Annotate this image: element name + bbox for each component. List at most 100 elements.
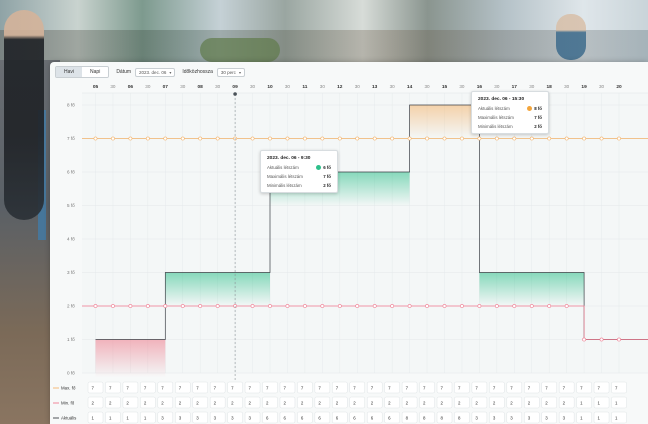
table-cell <box>611 411 627 424</box>
occupancy-panel: Havi Napi Dátum 2023. dec. 06 ▾ Időközho… <box>50 62 648 424</box>
max-point <box>250 136 255 141</box>
plot-area <box>82 93 648 373</box>
max-point <box>93 136 98 141</box>
min-point <box>582 337 587 342</box>
x-tick-label: 30 <box>250 84 256 89</box>
table-cell <box>576 411 592 424</box>
x-tick-label: 10 <box>267 84 273 90</box>
max-point <box>372 136 377 141</box>
tooltip-min-label: Minimális létszám <box>267 183 302 188</box>
x-tick-label: 30 <box>599 84 605 89</box>
x-tick-label: 30 <box>355 84 361 89</box>
table-cell <box>140 411 156 424</box>
table-cell <box>401 411 418 424</box>
min-point <box>268 304 272 308</box>
table-cell <box>297 396 313 409</box>
table-cell <box>436 396 453 409</box>
x-tick-label: 11 <box>302 84 307 90</box>
table-cell <box>262 396 278 409</box>
max-point <box>582 136 587 141</box>
y-tick-label: 6 fő <box>67 170 75 175</box>
tooltip-title: 2023. dec. 06 - 15:30 <box>478 97 525 102</box>
table-cell <box>262 411 278 424</box>
max-point <box>564 136 569 141</box>
table-cell <box>471 411 488 424</box>
occupancy-chart: 0 fő 1 fő 2 fő 3 fő 4 fő 5 fő 6 fő 7 fő 8 fő 05 30… <box>53 84 648 424</box>
table-row-label: Max. fő <box>61 386 76 391</box>
x-tick-label: 30 <box>494 84 500 89</box>
tooltip-max-value: 7 fő <box>534 115 542 120</box>
x-tick-label: 30 <box>285 84 291 89</box>
table-cell <box>593 396 610 409</box>
x-tick-label: 15 <box>442 84 448 90</box>
table-cell <box>454 411 470 424</box>
table-cell <box>122 381 139 394</box>
table-cell <box>489 381 505 394</box>
x-tick-label: 17 <box>512 84 518 90</box>
status-dot-icon <box>316 165 322 170</box>
y-tick-label: 4 fő <box>67 237 75 242</box>
x-tick-label: 14 <box>407 84 413 90</box>
x-tick-label: 19 <box>581 84 587 90</box>
x-tick-label: 30 <box>390 84 396 89</box>
table-cell <box>262 381 278 394</box>
table-cell <box>489 411 505 424</box>
x-tick-label: 18 <box>547 84 553 90</box>
tooltip-title: 2023. dec. 06 - 9:30 <box>267 156 311 161</box>
tooltip-min-value: 2 fő <box>323 183 331 188</box>
table-cell <box>105 396 121 409</box>
table-cell <box>192 381 208 394</box>
table-cell <box>157 411 174 424</box>
table-cell <box>122 396 139 409</box>
min-point <box>302 304 307 308</box>
min-point <box>93 304 98 308</box>
x-tick-label: 16 <box>477 84 483 90</box>
y-tick-label: 7 fő <box>67 136 75 141</box>
table-cell <box>332 396 348 409</box>
tooltip-current-value: 8 fő <box>534 106 542 111</box>
min-point <box>477 304 482 308</box>
table-cell <box>209 381 226 394</box>
y-tick-label: 2 fő <box>67 304 75 309</box>
max-point <box>390 136 395 141</box>
tooltip-1530: 2023. dec. 06 - 15:30 Aktuális létszám 8… <box>471 91 549 134</box>
y-tick-label: 5 fő <box>67 203 75 208</box>
status-dot-icon <box>527 106 533 111</box>
table-cell <box>349 411 365 424</box>
min-point <box>547 304 552 308</box>
max-point <box>425 136 429 141</box>
table-cell <box>297 411 313 424</box>
occupancy-fill <box>409 105 480 139</box>
min-point <box>320 304 325 308</box>
tooltip-min-label: Minimális létszám <box>478 124 513 129</box>
max-point <box>320 136 325 141</box>
tooltip-current-label: Aktuális létszám <box>267 165 299 170</box>
table-cell <box>506 396 523 409</box>
tooltip-min-row: Minimális létszám 2 fő <box>267 183 331 188</box>
x-tick-label: 20 <box>616 84 622 90</box>
table-cell <box>471 396 488 409</box>
table-cell <box>244 396 261 409</box>
x-tick-label: 06 <box>128 84 134 90</box>
max-point <box>215 136 220 141</box>
y-tick-label: 8 fő <box>67 103 75 108</box>
max-point <box>285 136 290 141</box>
max-point <box>128 136 133 141</box>
table-cell <box>454 381 470 394</box>
table-cell <box>209 411 226 424</box>
table-cell <box>401 381 418 394</box>
x-tick-label: 30 <box>320 84 326 89</box>
tooltip-max-row: Maximális létszám 7 fő <box>267 174 331 179</box>
table-cell <box>524 381 540 394</box>
y-tick-label: 0 fő <box>67 371 75 376</box>
table-cell <box>157 396 174 409</box>
table-cell <box>384 411 400 424</box>
table-cell <box>593 411 610 424</box>
tooltip-0930: 2023. dec. 06 - 9:30 Aktuális létszám 6 … <box>260 150 338 193</box>
table-cell <box>314 381 331 394</box>
table-cell <box>611 396 627 409</box>
table-cell <box>192 396 208 409</box>
table-cell <box>349 381 365 394</box>
table-cell <box>541 381 557 394</box>
x-tick-label: 30 <box>110 84 116 89</box>
